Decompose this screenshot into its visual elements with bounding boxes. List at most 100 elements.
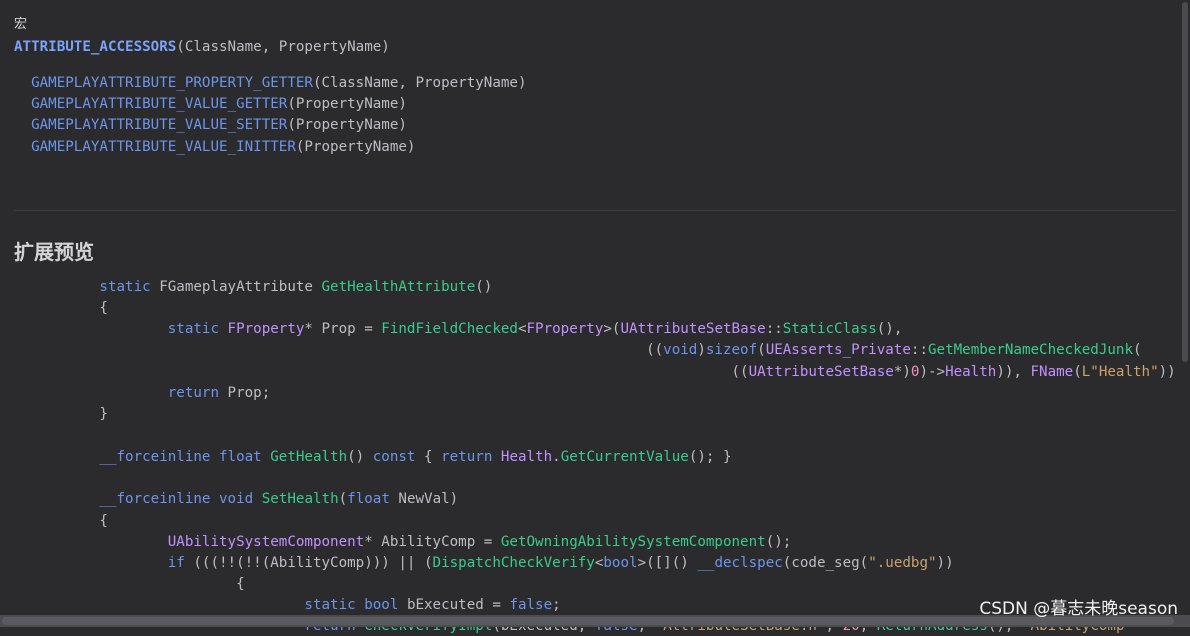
code-token: { [14, 513, 108, 529]
code-token: (ClassName, PropertyName) [312, 75, 527, 91]
code-line: static FGameplayAttribute GetHealthAttri… [14, 277, 492, 297]
code-token: GAMEPLAYATTRIBUTE_VALUE_SETTER [14, 117, 288, 133]
code-token: (((!!(!!(AbilityComp))) || ( [193, 555, 433, 571]
section-divider [14, 210, 1176, 211]
code-token: Prop; [227, 385, 271, 401]
code-token: (code_seg( [782, 555, 869, 571]
code-token: >([]() [637, 555, 698, 571]
code-token: const [372, 449, 425, 465]
code-token: FProperty [526, 321, 604, 337]
code-token: GetCurrentValue [560, 449, 689, 465]
code-line: } [14, 404, 108, 424]
code-token: (( [14, 342, 664, 358]
code-token: void [663, 342, 698, 358]
code-token: (); } [688, 449, 732, 465]
code-token: (PropertyName) [287, 117, 407, 133]
code-token: ( [1133, 342, 1142, 358]
code-token: (( [14, 364, 749, 380]
code-line: __forceinline float GetHealth() const { … [14, 447, 732, 467]
code-token: (), [876, 321, 903, 337]
code-token: GetHealthAttribute [321, 279, 476, 295]
code-token: { [14, 300, 108, 316]
code-token: L"Health" [1081, 364, 1159, 380]
code-token: (PropertyName) [287, 96, 407, 112]
code-token: 扩展预览 [14, 240, 94, 264]
vertical-scrollbar[interactable] [1178, 0, 1190, 627]
code-line: { [14, 298, 108, 318]
code-token: ATTRIBUTE_ACCESSORS [14, 39, 177, 55]
code-token: NewVal) [398, 491, 459, 507]
code-token: * AbilityComp = [364, 534, 501, 550]
code-line: GAMEPLAYATTRIBUTE_VALUE_INITTER(Property… [14, 137, 415, 157]
code-token: UAttributeSetBase [748, 364, 894, 380]
code-line: GAMEPLAYATTRIBUTE_PROPERTY_GETTER(ClassN… [14, 73, 527, 93]
code-token: () [475, 279, 493, 295]
code-token: { [14, 576, 245, 592]
vertical-scrollbar-thumb[interactable] [1182, 2, 1188, 362]
code-token: UAbilitySystemComponent [167, 534, 365, 550]
code-line: GAMEPLAYATTRIBUTE_VALUE_GETTER(PropertyN… [14, 94, 407, 114]
code-token: FGameplayAttribute [159, 279, 322, 295]
code-token: } [14, 406, 108, 422]
code-token: >( [603, 321, 621, 337]
code-line: ((void)sizeof(UEAsserts_Private::GetMemb… [14, 340, 1142, 360]
code-token: GetOwningAbilitySystemComponent [500, 534, 766, 550]
code-token: void [219, 491, 262, 507]
code-token: return [441, 449, 501, 465]
code-token: false [509, 597, 553, 613]
code-token: { [424, 449, 442, 465]
code-token: static [167, 321, 228, 337]
code-token: ) [697, 342, 706, 358]
code-line: ((UAttributeSetBase*)0)->Health)), FName… [14, 362, 1184, 382]
code-token: bExecuted = [406, 597, 510, 613]
code-token: DispatchCheckVerify [432, 555, 595, 571]
code-token: float [219, 449, 271, 465]
code-token: ( [338, 491, 348, 507]
code-token: GetHealth [270, 449, 348, 465]
code-token: :: [910, 342, 928, 358]
code-token: GAMEPLAYATTRIBUTE_PROPERTY_GETTER [14, 75, 313, 91]
code-token: (PropertyName) [295, 139, 416, 155]
code-token: GAMEPLAYATTRIBUTE_VALUE_INITTER [14, 139, 296, 155]
code-line: { [14, 511, 108, 531]
code-token: Health [500, 449, 553, 465]
code-token: __forceinline [99, 449, 220, 465]
code-line: static FProperty* Prop = FindFieldChecke… [14, 319, 903, 339]
code-token: UAttributeSetBase [620, 321, 766, 337]
code-token: float [347, 491, 399, 507]
code-token: SetHealth [261, 491, 339, 507]
code-token: __declspec [697, 555, 783, 571]
code-token: static [99, 279, 160, 295]
code-line: GAMEPLAYATTRIBUTE_VALUE_SETTER(PropertyN… [14, 115, 407, 135]
code-token: StaticClass [782, 321, 877, 337]
code-line: static bool bExecuted = false; [14, 595, 561, 615]
code-token: < [517, 321, 527, 337]
code-token: )-> [919, 364, 946, 380]
code-line: return Prop; [14, 383, 271, 403]
code-token: *) [893, 364, 911, 380]
code-token: GAMEPLAYATTRIBUTE_VALUE_GETTER [14, 96, 288, 112]
code-token: () [347, 449, 373, 465]
code-token: UEAsserts_Private [765, 342, 911, 358]
code-token: sizeof [705, 342, 758, 358]
code-line: 宏 [14, 14, 27, 34]
code-token: static [304, 597, 365, 613]
code-token: ; [552, 597, 561, 613]
code-line: 扩展预览 [14, 242, 94, 262]
code-token: if [167, 555, 194, 571]
code-token: FindFieldChecked [381, 321, 518, 337]
code-token: * Prop = [304, 321, 382, 337]
code-token: )), [996, 364, 1031, 380]
code-token: Health [945, 364, 997, 380]
code-token: FProperty [227, 321, 305, 337]
code-token: ( [757, 342, 766, 358]
code-line: ATTRIBUTE_ACCESSORS(ClassName, PropertyN… [14, 37, 390, 57]
code-token: return [167, 385, 228, 401]
